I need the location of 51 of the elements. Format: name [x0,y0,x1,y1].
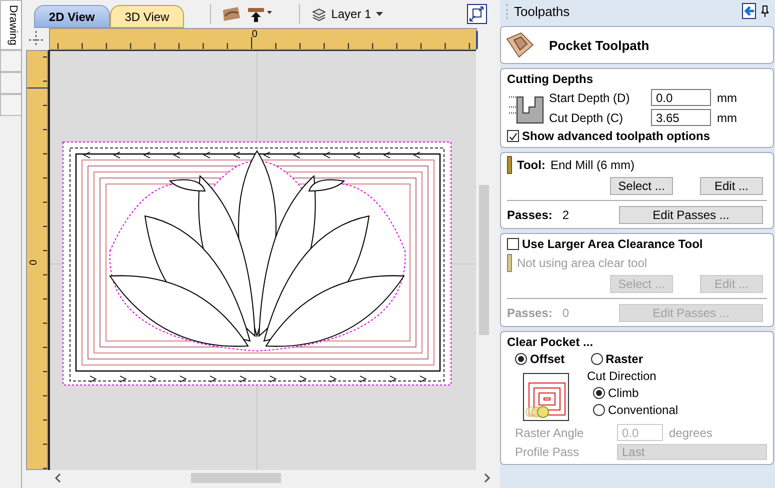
radio-button[interactable]: Offset [515,352,565,366]
side-tab[interactable] [0,94,21,116]
field-label: Raster Angle [515,426,585,440]
tool-label: Tool: [517,158,546,172]
side-tab[interactable] [0,50,21,72]
layers-icon [312,7,326,21]
radio-button[interactable]: Climb [587,386,678,400]
zoom-extents-icon[interactable] [467,4,487,24]
field-label: Profile Pass [515,445,580,459]
unit-label: degrees [669,426,712,440]
field-label: Cut Depth (C) [549,110,624,124]
layer-dropdown[interactable]: Layer 1 [310,7,386,21]
toolpath-dropdown-icon[interactable] [247,5,274,23]
scroll-left-icon [54,473,62,483]
section-title: Cutting Depths [507,72,594,86]
button[interactable]: Edit ... [700,177,763,195]
radio-button[interactable]: Conventional [587,403,678,417]
collapse-icon [742,3,756,19]
passes-value: 0 [562,306,570,320]
caret-icon [376,12,384,16]
pocket-icon [505,31,535,59]
input-field[interactable]: 3.65 [651,109,711,126]
tool-name: End Mill (6 mm) [550,158,634,172]
side-tab[interactable] [0,72,21,94]
pin-icon [761,5,769,17]
view-tab[interactable]: 3D View [110,5,184,28]
panel-heading: Pocket Toolpath [549,38,650,52]
passes-label: Passes: [507,306,552,320]
input-field[interactable]: 0.0 [651,89,711,106]
panel-title: Toolpaths [506,4,737,18]
material-icon[interactable] [221,6,242,22]
passes-label: Passes: [507,208,552,222]
scroll-right-icon [483,473,491,483]
checkmark-icon [508,130,518,142]
unit-label: mm [717,90,737,104]
radio-button[interactable]: Raster [590,352,644,366]
ruler-label: 0 [252,29,258,40]
end-mill-icon [507,156,512,174]
ruler-label: 0 [28,260,40,266]
button[interactable]: Select ... [610,177,673,195]
tool-name: Not using area clear tool [517,256,648,270]
button[interactable]: Edit Passes ... [619,206,763,224]
section-title: Clear Pocket ... [507,335,594,349]
checkbox[interactable]: Show advanced toolpath options [507,129,767,143]
section-label: Cut Direction [587,369,658,383]
unit-label: mm [717,110,737,124]
view-tab[interactable]: 2D View [34,5,110,28]
field-label: Start Depth (D) [549,90,631,104]
offset-pattern-icon [523,373,569,421]
passes-value: 2 [562,208,570,222]
drawing-tab[interactable]: Drawing [0,0,21,50]
